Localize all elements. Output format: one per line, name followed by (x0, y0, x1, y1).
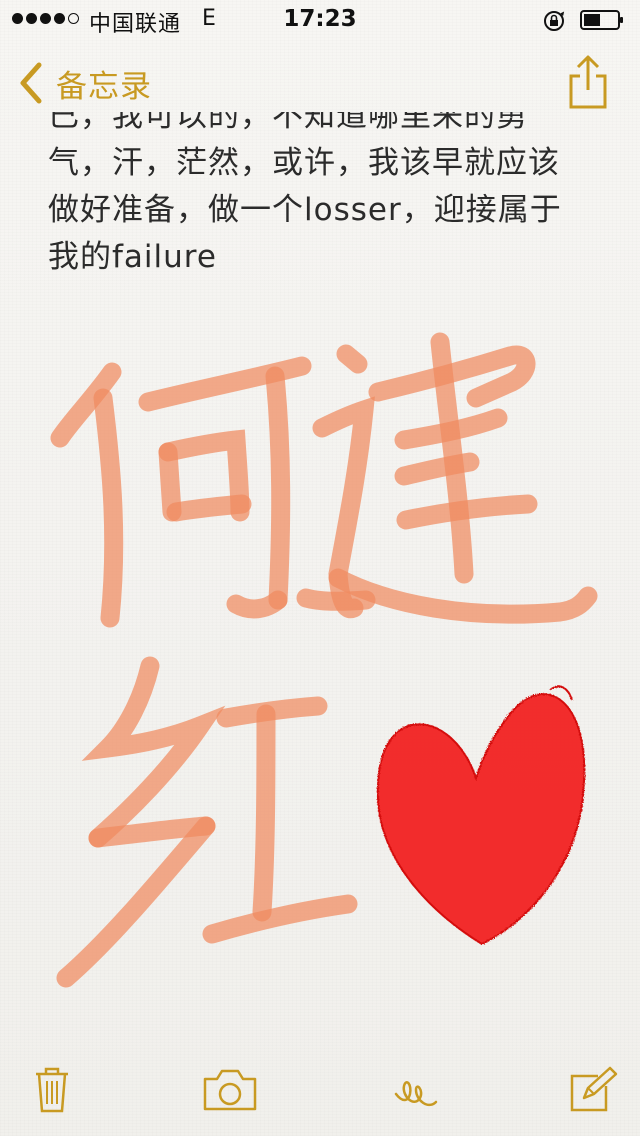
squiggle-sketch-icon[interactable] (392, 1066, 440, 1112)
handwritten-sketch (50, 332, 598, 988)
compose-icon[interactable] (568, 1066, 618, 1112)
handwriting-character-jian (296, 332, 598, 624)
camera-icon[interactable] (201, 1066, 259, 1112)
bottom-toolbar (0, 1046, 640, 1136)
handwriting-character-hong (56, 656, 358, 988)
trash-icon[interactable] (33, 1066, 71, 1114)
handwriting-character-he (50, 356, 312, 628)
heart-drawing (376, 685, 586, 946)
